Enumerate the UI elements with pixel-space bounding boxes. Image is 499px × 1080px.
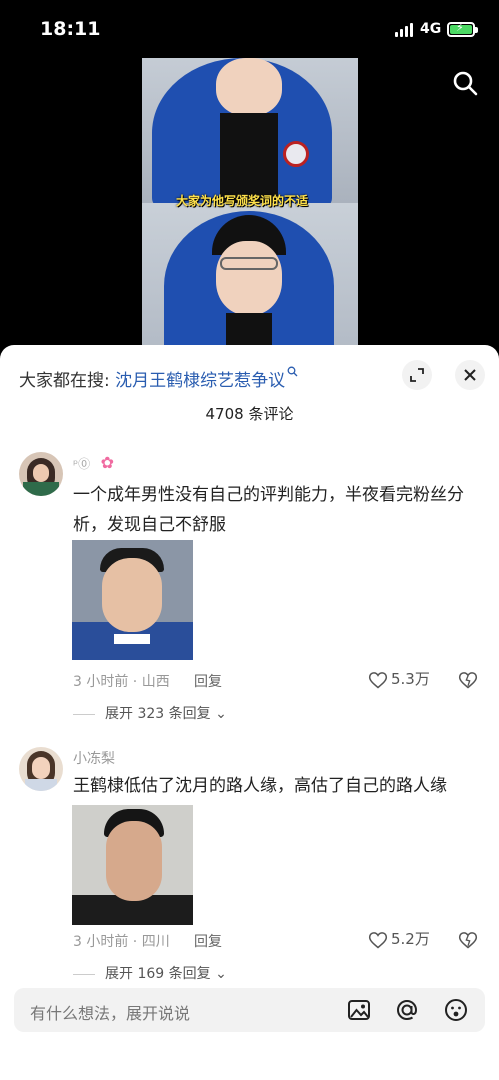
close-icon: [464, 369, 476, 381]
chevron-down-icon: ⌄: [210, 966, 227, 982]
battery-icon: ⚡: [447, 21, 478, 37]
comment-count: 4708 条评论: [205, 405, 294, 423]
comment-text: 一个成年男性没有自己的评判能力，半夜看完粉丝分析，发现自己不舒服: [73, 485, 464, 535]
expand-replies[interactable]: 展开 169 条回复 ⌄: [73, 963, 227, 983]
network-label: 4G: [420, 21, 442, 37]
search-icon[interactable]: [452, 70, 478, 96]
like-button[interactable]: 5.2万: [368, 928, 430, 950]
expand-icon: [410, 368, 424, 382]
comment-text: 王鹤棣低估了沈月的路人缘，高估了自己的路人缘: [73, 776, 447, 796]
comment-item: 小冻梨 王鹤棣低估了沈月的路人缘，高估了自己的路人缘 3 小时前 · 四川 回复…: [0, 745, 499, 985]
signal-icon: [395, 23, 413, 37]
expand-replies[interactable]: 展开 323 条回复 ⌄: [73, 703, 227, 723]
comment-meta: 3 小时前 · 四川: [73, 934, 170, 950]
comment-meta: 3 小时前 · 山西: [73, 674, 170, 690]
video-still-bottom: [142, 203, 358, 348]
heart-icon: [368, 931, 388, 948]
username[interactable]: 小冻梨: [73, 748, 115, 768]
heart-icon: [368, 671, 388, 688]
like-button[interactable]: 5.3万: [368, 668, 430, 690]
avatar[interactable]: [19, 452, 63, 496]
input-placeholder: 有什么想法，展开说说: [30, 1004, 191, 1023]
comment-image[interactable]: [72, 540, 193, 660]
video-frame[interactable]: 大家为他写颁奖词的不适: [142, 58, 358, 348]
reply-button[interactable]: 回复: [194, 671, 222, 691]
image-icon[interactable]: [346, 997, 372, 1023]
search-suggestion-link[interactable]: 沈月王鹤棣综艺惹争议: [115, 371, 285, 391]
chevron-down-icon: ⌄: [210, 706, 227, 722]
like-count: 5.3万: [391, 670, 430, 688]
expand-button[interactable]: [402, 360, 432, 390]
like-count: 5.2万: [391, 930, 430, 948]
video-still-top: [142, 58, 358, 203]
search-suggestion-prefix: 大家都在搜:: [19, 371, 116, 391]
flower-icon: ✿: [100, 453, 114, 472]
home-indicator-area: [0, 1036, 499, 1080]
comment-sheet: 大家都在搜: 沈月王鹤棣综艺惹争议 4708 条评论 ᵖ⓪ ✿ 一个成年男性没有…: [0, 345, 499, 1080]
comment-input[interactable]: 有什么想法，展开说说: [14, 988, 485, 1032]
close-button[interactable]: [455, 360, 485, 390]
at-icon[interactable]: [394, 997, 420, 1023]
video-player[interactable]: 大家为他写颁奖词的不适: [0, 58, 499, 358]
emoji-icon[interactable]: [443, 997, 469, 1023]
dislike-heart-icon[interactable]: [458, 670, 478, 690]
video-caption: 大家为他写颁奖词的不适: [176, 194, 309, 208]
reply-button[interactable]: 回复: [194, 931, 222, 951]
search-suggestion[interactable]: 大家都在搜: 沈月王鹤棣综艺惹争议: [19, 366, 298, 391]
dislike-heart-icon[interactable]: [458, 930, 478, 950]
badge-icon: ᵖ⓪: [73, 457, 91, 471]
avatar[interactable]: [19, 747, 63, 791]
comment-item: ᵖ⓪ ✿ 一个成年男性没有自己的评判能力，半夜看完粉丝分析，发现自己不舒服 3 …: [0, 450, 499, 723]
search-small-icon: [287, 366, 298, 377]
status-time: 18:11: [40, 18, 101, 40]
comment-image[interactable]: [72, 805, 193, 925]
username[interactable]: ᵖ⓪ ✿: [73, 453, 114, 472]
status-bar: 18:11 4G ⚡: [0, 0, 499, 58]
